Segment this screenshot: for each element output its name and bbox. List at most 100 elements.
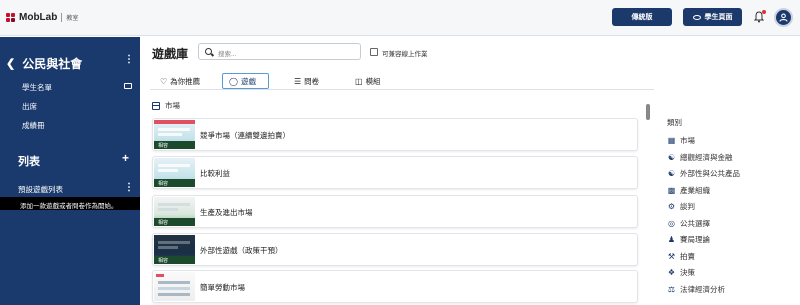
sidebar-item-attendance[interactable]: 出席 — [22, 101, 37, 112]
heart-icon: ♡ — [160, 76, 168, 86]
game-title: 生產及進出市場 — [200, 208, 253, 217]
game-thumbnail: 相容 — [154, 158, 195, 187]
classic-version-label: 傳統版 — [631, 14, 653, 21]
tab-recommended[interactable]: ♡ 為你推薦 — [160, 73, 200, 89]
list-icon: ☰ — [294, 76, 302, 86]
brand-name: MobLab — [19, 12, 58, 23]
eye-icon — [692, 14, 701, 20]
categories-title: 類別 — [667, 118, 682, 127]
category-bargaining[interactable]: ⚙ 談判 — [667, 201, 695, 212]
category-law-econ[interactable]: ⚖ 法律經濟分析 — [667, 284, 725, 295]
sidebar-item-roster[interactable]: 學生名單 — [22, 82, 52, 93]
scrollbar[interactable] — [646, 104, 650, 120]
category-label: 賽局理論 — [680, 235, 710, 244]
sidebar-item-gradebook[interactable]: 成績冊 — [22, 120, 45, 131]
course-title: 公民與社會 — [22, 57, 83, 71]
course-header[interactable]: ❮ 公民與社會 — [6, 55, 82, 72]
game-thumbnail: 相容 — [154, 120, 195, 149]
compatible-badge: 相容 — [154, 141, 195, 149]
category-market[interactable]: ▦ 市場 — [667, 135, 695, 146]
online-compatible-label[interactable]: 可兼容線上作業 — [382, 48, 428, 58]
tab-surveys[interactable]: ☰ 問卷 — [294, 73, 319, 89]
search-input[interactable]: 搜索... — [198, 43, 361, 60]
preset-list-menu-icon[interactable]: ⋮ — [124, 182, 134, 193]
game-title: 外部性遊戲（政策干預） — [200, 246, 283, 255]
category-label: 外部性與公共產品 — [680, 169, 740, 178]
gamepad-icon: ◯ — [229, 76, 238, 86]
add-list-icon[interactable]: + — [122, 151, 129, 165]
gavel-icon: ⚒ — [667, 252, 676, 261]
moblab-logo[interactable]: MobLab 教室 — [6, 12, 78, 23]
mail-icon[interactable] — [124, 83, 132, 89]
brand-divider — [61, 13, 63, 22]
category-label: 市場 — [680, 136, 695, 145]
building-icon: ▩ — [667, 186, 676, 195]
user-icon — [779, 13, 788, 22]
preset-game-list[interactable]: 預設遊戲列表 — [18, 184, 63, 195]
student-view-button[interactable]: 學生頁面 — [683, 8, 742, 26]
compatible-badge: 相容 — [154, 218, 195, 226]
search-placeholder: 搜索... — [218, 51, 237, 58]
vote-icon: ◎ — [668, 219, 675, 228]
game-card[interactable]: 相容 比較利益 — [152, 156, 638, 189]
calendar-icon — [152, 101, 160, 110]
avatar[interactable] — [774, 8, 793, 27]
bank-icon: ☯ — [667, 153, 676, 162]
chess-icon: ♟ — [667, 235, 676, 244]
category-label: 決策 — [680, 268, 695, 277]
calendar-icon: ▦ — [667, 136, 676, 145]
tab-label: 為你推薦 — [170, 76, 201, 86]
compatible-badge: 相容 — [154, 179, 195, 187]
game-thumbnail — [154, 272, 195, 301]
game-thumbnail: 相容 — [154, 197, 195, 226]
game-card[interactable]: 相容 生產及進出市場 — [152, 195, 638, 228]
category-game-theory[interactable]: ♟ 賽局理論 — [667, 234, 710, 245]
category-label: 談判 — [680, 202, 695, 211]
game-title: 簡單勞動市場 — [200, 283, 245, 292]
compatible-badge: 相容 — [154, 256, 195, 264]
tooltip: 添加一款遊戲或者問卷作為開始。 — [0, 197, 140, 210]
category-label: 總觀經濟與金融 — [680, 153, 733, 162]
sidebar: ❮ 公民與社會 ⋮ 學生名單 出席 成績冊 列表 + 預設遊戲列表 ⋮ 添加一款… — [0, 37, 140, 305]
category-label: 法律經濟分析 — [680, 285, 725, 294]
tab-modules[interactable]: ◫ 模組 — [355, 73, 381, 89]
category-externalities[interactable]: ☯ 外部性與公共產品 — [667, 168, 740, 179]
student-view-label: 學生頁面 — [704, 14, 733, 21]
classic-version-button[interactable]: 傳統版 — [612, 8, 672, 26]
category-label: 產業組織 — [680, 186, 710, 195]
category-label: 公共選擇 — [680, 219, 710, 228]
decision-icon: ❖ — [667, 268, 676, 277]
category-industrial-org[interactable]: ▩ 產業組織 — [667, 185, 710, 196]
category-auctions[interactable]: ⚒ 拍賣 — [667, 251, 695, 262]
handshake-icon: ⚙ — [667, 202, 676, 211]
tab-label: 模組 — [365, 76, 381, 86]
game-thumbnail: 相容 — [154, 235, 195, 264]
list-heading: 列表 — [18, 156, 40, 168]
tab-games[interactable]: ◯ 遊戲 — [222, 73, 269, 89]
search-icon — [205, 48, 212, 55]
online-compatible-checkbox[interactable] — [370, 48, 378, 56]
course-menu-icon[interactable]: ⋮ — [124, 54, 134, 65]
notification-dot — [762, 10, 766, 14]
game-card[interactable]: 相容 外部性遊戲（政策干預） — [152, 233, 638, 266]
tab-label: 問卷 — [304, 76, 320, 86]
people-icon: ☯ — [667, 169, 676, 178]
section-header: 市場 — [152, 100, 180, 111]
game-card[interactable]: 簡單勞動市場 — [152, 270, 638, 303]
category-decisions[interactable]: ❖ 決策 — [667, 267, 695, 278]
section-title: 市場 — [165, 101, 180, 110]
logo-icon — [6, 12, 16, 23]
top-bar: MobLab 教室 傳統版 學生頁面 — [0, 0, 800, 36]
category-label: 拍賣 — [680, 252, 695, 261]
brand-sub: 教室 — [66, 16, 79, 22]
page-title: 遊戲庫 — [152, 47, 189, 61]
scale-icon: ⚖ — [667, 285, 676, 294]
game-title: 比較利益 — [200, 169, 230, 178]
tab-label: 遊戲 — [240, 76, 256, 86]
module-icon: ◫ — [355, 76, 363, 86]
game-title: 競爭市場（連續雙邊拍賣） — [200, 131, 290, 140]
category-macro-finance[interactable]: ☯ 總觀經濟與金融 — [667, 152, 733, 163]
game-card[interactable]: 相容 競爭市場（連續雙邊拍賣） — [152, 118, 638, 151]
back-arrow-icon[interactable]: ❮ — [6, 57, 15, 70]
category-public-choice[interactable]: ◎ 公共選擇 — [667, 218, 710, 229]
